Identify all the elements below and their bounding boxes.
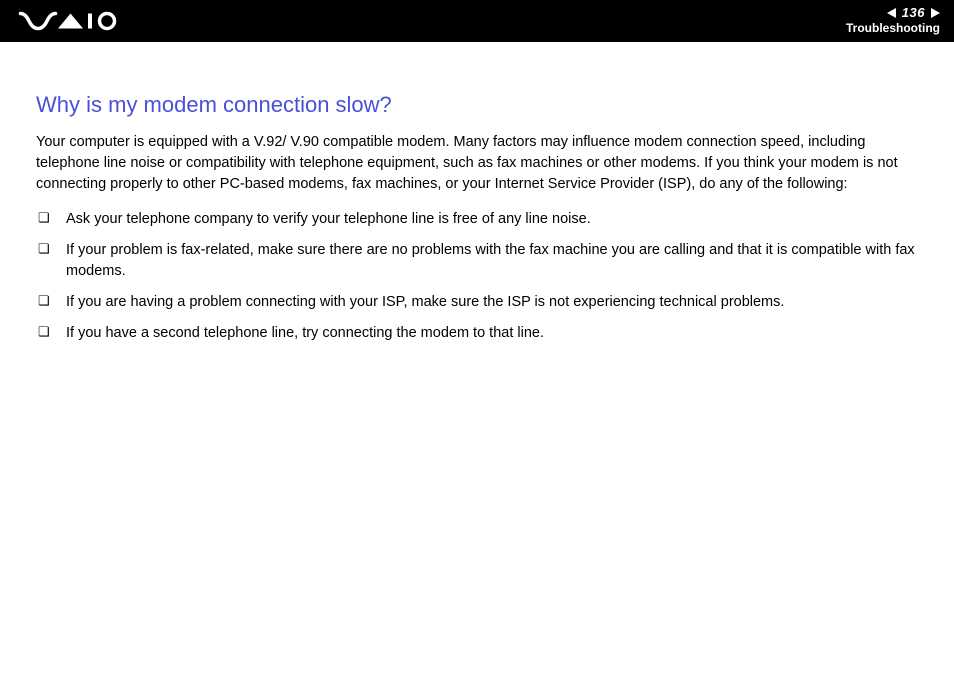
page-number: 136 — [902, 6, 925, 19]
article-title: Why is my modem connection slow? — [36, 92, 918, 118]
article-intro: Your computer is equipped with a V.92/ V… — [36, 132, 918, 195]
list-item: If you have a second telephone line, try… — [36, 323, 918, 344]
next-page-icon[interactable] — [931, 8, 940, 18]
list-item: Ask your telephone company to verify you… — [36, 209, 918, 230]
list-item: If your problem is fax-related, make sur… — [36, 240, 918, 282]
page-content: Why is my modem connection slow? Your co… — [0, 42, 954, 344]
page-navigation: 136 — [887, 6, 940, 19]
header-bar: 136 Troubleshooting — [0, 0, 954, 42]
prev-page-icon[interactable] — [887, 8, 896, 18]
list-item: If you are having a problem connecting w… — [36, 292, 918, 313]
vaio-logo — [18, 11, 118, 31]
header-right: 136 Troubleshooting — [846, 6, 940, 35]
bullet-list: Ask your telephone company to verify you… — [36, 209, 918, 344]
section-label: Troubleshooting — [846, 21, 940, 35]
